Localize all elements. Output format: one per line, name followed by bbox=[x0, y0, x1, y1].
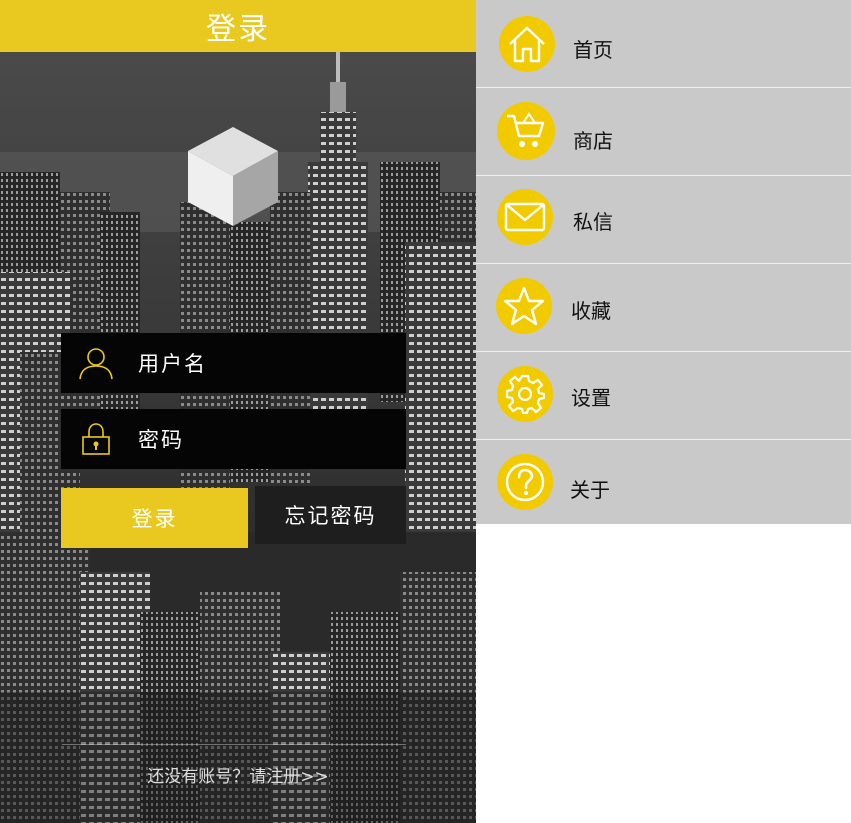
menu-label-about: 关于 bbox=[570, 478, 610, 502]
password-field[interactable]: 密码 bbox=[61, 409, 406, 469]
divider bbox=[62, 744, 406, 745]
menu-label-store: 商店 bbox=[573, 129, 613, 153]
login-button[interactable]: 登录 bbox=[61, 488, 248, 548]
forgot-password-button[interactable]: 忘记密码 bbox=[255, 486, 406, 544]
side-menu: 首页 商店 私信 收藏 设置 关于 bbox=[476, 0, 851, 524]
user-icon bbox=[78, 345, 114, 381]
title-bar: 登录 bbox=[0, 0, 476, 52]
menu-label-home: 首页 bbox=[573, 38, 613, 62]
menu-item-favorites[interactable]: 收藏 bbox=[476, 264, 851, 352]
menu-label-messages: 私信 bbox=[573, 210, 613, 234]
menu-item-about[interactable]: 关于 bbox=[476, 440, 851, 527]
menu-item-settings[interactable]: 设置 bbox=[476, 352, 851, 440]
login-screen: 登录 用户名 密码 登录 忘记密码 还没有账号？请注册>> bbox=[0, 0, 476, 823]
app-root: 登录 用户名 密码 登录 忘记密码 还没有账号？请注册>> 首页 商店 私信 收… bbox=[0, 0, 851, 823]
page-title: 登录 bbox=[206, 12, 270, 47]
cart-icon bbox=[497, 102, 555, 160]
mail-icon bbox=[497, 189, 553, 245]
star-icon bbox=[496, 278, 552, 334]
username-placeholder: 用户名 bbox=[138, 352, 207, 376]
cube-logo bbox=[188, 127, 278, 226]
username-field[interactable]: 用户名 bbox=[61, 333, 406, 393]
menu-item-store[interactable]: 商店 bbox=[476, 88, 851, 176]
lock-icon bbox=[78, 421, 114, 457]
gear-icon bbox=[497, 366, 553, 422]
register-link[interactable]: 还没有账号？请注册>> bbox=[0, 762, 476, 787]
password-placeholder: 密码 bbox=[138, 428, 184, 452]
menu-item-messages[interactable]: 私信 bbox=[476, 176, 851, 264]
menu-label-favorites: 收藏 bbox=[571, 299, 611, 323]
home-icon bbox=[499, 16, 555, 72]
menu-label-settings: 设置 bbox=[571, 386, 611, 410]
menu-item-home[interactable]: 首页 bbox=[476, 0, 851, 88]
help-icon bbox=[497, 454, 553, 510]
